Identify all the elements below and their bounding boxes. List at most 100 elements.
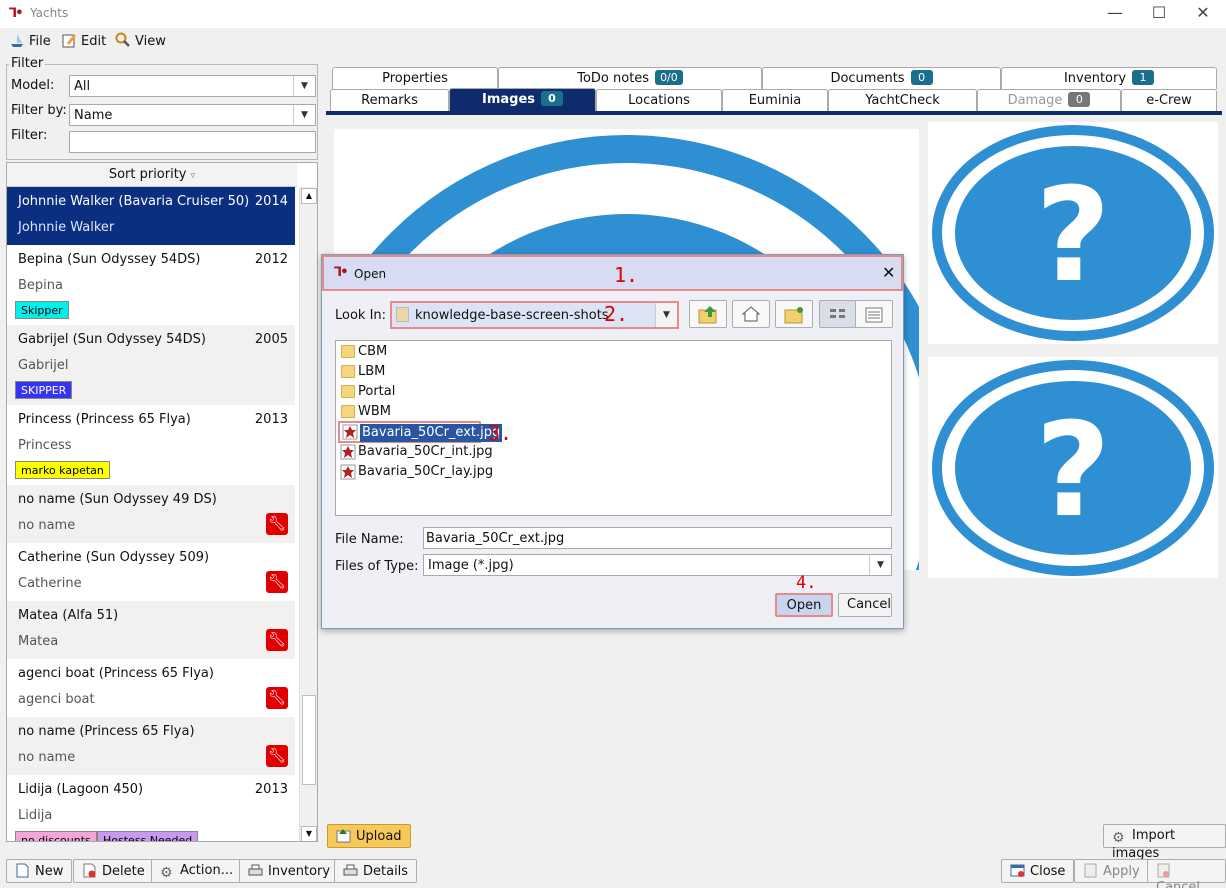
edit-icon <box>61 32 77 48</box>
thumbnail-image[interactable]: ? <box>928 357 1218 578</box>
menu-edit[interactable]: Edit <box>61 32 106 52</box>
dialog-cancel-button[interactable]: Cancel <box>838 593 892 617</box>
tab-documents[interactable]: Documents 0 <box>762 67 1001 89</box>
gear-icon: ⚙ <box>160 865 173 881</box>
details-button[interactable]: Details <box>334 859 418 883</box>
list-item[interactable]: Johnnie Walker (Bavaria Cruiser 50) 2014 … <box>7 187 295 245</box>
tab-todo-notes[interactable]: ToDo notes 0/0 <box>498 67 762 89</box>
list-item[interactable]: Lidija (Lagoon 450) 2013 Lidija no discou… <box>7 775 295 841</box>
menu-view[interactable]: View <box>115 32 166 52</box>
tag-badge: marko kapetan <box>15 461 110 479</box>
upload-icon <box>336 828 351 843</box>
filterby-label: Filter by: <box>11 103 67 118</box>
thumbnail-image[interactable]: ? <box>928 122 1218 344</box>
step-label: 4. <box>796 573 817 593</box>
list-item[interactable]: Bepina (Sun Odyssey 54DS) 2012 Bepina Ski… <box>7 245 295 325</box>
look-in-select[interactable]: knowledge-base-screen-shots 2. ▼ <box>390 301 679 329</box>
import-images-button[interactable]: ⚙ Import images <box>1103 824 1226 861</box>
list-item-selected[interactable]: Bavaria_50Cr_ext.jpg <box>338 421 503 443</box>
home-icon <box>741 306 761 322</box>
list-item[interactable]: Bavaria_50Cr_int.jpg <box>338 442 493 462</box>
scroll-thumb[interactable] <box>302 695 316 785</box>
tab-locations[interactable]: Locations <box>596 89 722 111</box>
model-select[interactable]: All ▼ <box>69 75 316 97</box>
app-logo-icon: ⅂• <box>334 265 349 280</box>
svg-text:?: ? <box>1035 159 1110 311</box>
details-view-icon <box>865 307 883 323</box>
list-scrollbar[interactable]: ▲ ▼ <box>299 187 317 841</box>
upload-button[interactable]: Upload <box>327 824 411 848</box>
folder-icon <box>396 307 409 322</box>
yacht-list: Sort priority ▿ Johnnie Walker (Bavaria … <box>6 162 318 842</box>
inventory-button[interactable]: Inventory <box>239 859 340 883</box>
up-folder-button[interactable] <box>689 300 727 328</box>
ship-icon <box>9 32 25 48</box>
list-item[interactable]: CBM <box>338 342 387 362</box>
maximize-button[interactable]: ☐ <box>1137 2 1181 26</box>
look-in-label: Look In: <box>335 308 387 323</box>
filter-input[interactable] <box>69 131 316 153</box>
folder-icon <box>341 365 355 378</box>
action-button[interactable]: ⚙ Action... <box>151 859 243 883</box>
new-button[interactable]: New <box>6 859 73 883</box>
model-label: Model: <box>11 78 55 93</box>
step-label: 2. <box>604 302 629 326</box>
question-mark-icon: ? <box>932 125 1214 341</box>
image-file-icon <box>340 444 356 460</box>
sort-priority-header[interactable]: Sort priority ▿ <box>7 163 297 187</box>
close-window-button[interactable]: ✕ <box>1181 2 1225 26</box>
folder-icon <box>341 405 355 418</box>
file-name-input[interactable]: Bavaria_50Cr_ext.jpg <box>423 527 892 549</box>
filter-label: Filter: <box>11 128 48 143</box>
list-item[interactable]: WBM <box>338 402 391 422</box>
open-button[interactable]: Open <box>775 593 833 617</box>
scroll-down-icon[interactable]: ▼ <box>301 826 317 841</box>
wrench-icon: 🔧︎ <box>266 629 288 651</box>
chevron-down-icon: ▼ <box>655 303 677 327</box>
files-type-select[interactable]: Image (*.jpg) ▼ <box>423 554 892 576</box>
tab-inventory[interactable]: Inventory 1 <box>1001 67 1217 89</box>
list-view-button[interactable] <box>819 300 857 328</box>
new-folder-button[interactable] <box>775 300 813 328</box>
close-button[interactable]: Close <box>1001 859 1075 883</box>
tab-euminia[interactable]: Euminia <box>722 89 828 111</box>
details-view-button[interactable] <box>855 300 893 328</box>
folder-icon <box>341 385 355 398</box>
window-title: Yachts <box>30 6 69 20</box>
tab-damage[interactable]: Damage 0 <box>977 89 1121 111</box>
close-window-icon <box>1010 863 1025 878</box>
minimize-button[interactable]: — <box>1093 2 1137 26</box>
delete-button[interactable]: Delete <box>73 859 154 883</box>
close-icon[interactable]: ✕ <box>882 263 895 282</box>
list-item[interactable]: Catherine (Sun Odyssey 509) Catherine 🔧︎ <box>7 543 295 601</box>
cancel-button[interactable]: Cancel <box>1147 859 1226 888</box>
list-item[interactable]: no name (Sun Odyssey 49 DS) no name 🔧︎ <box>7 485 295 543</box>
list-item[interactable]: Portal <box>338 382 395 402</box>
file-list: CBM LBM Portal WBM Bavaria_50Cr_ext.jpg … <box>335 340 892 516</box>
tab-images[interactable]: Images 0 <box>449 88 596 111</box>
apply-icon <box>1083 863 1098 878</box>
list-item[interactable]: LBM <box>338 362 385 382</box>
filterby-select[interactable]: Name ▼ <box>69 104 316 126</box>
tab-yachtcheck[interactable]: YachtCheck <box>828 89 977 111</box>
menu-file[interactable]: File <box>9 32 51 52</box>
home-button[interactable] <box>732 300 770 328</box>
apply-button[interactable]: Apply <box>1074 859 1149 883</box>
files-type-label: Files of Type: <box>335 559 419 574</box>
tab-e-crew[interactable]: e-Crew <box>1121 89 1217 111</box>
scroll-up-icon[interactable]: ▲ <box>301 188 317 204</box>
wrench-icon: 🔧︎ <box>266 571 288 593</box>
list-item[interactable]: Princess (Princess 65 Flya) 2013 Princess… <box>7 405 295 485</box>
tab-properties[interactable]: Properties <box>332 67 498 89</box>
delete-document-icon <box>82 863 97 878</box>
list-item[interactable]: Gabrijel (Sun Odyssey 54DS) 2005 Gabrijel… <box>7 325 295 405</box>
app-logo-icon: ⅂• <box>9 6 24 21</box>
dialog-title-bar: ⅂• Open 1. ✕ <box>322 255 903 291</box>
list-item[interactable]: no name (Princess 65 Flya) no name 🔧︎ <box>7 717 295 775</box>
new-document-icon <box>15 863 30 878</box>
list-item[interactable]: Matea (Alfa 51) Matea 🔧︎ <box>7 601 295 659</box>
list-item[interactable]: Bavaria_50Cr_lay.jpg <box>338 462 493 482</box>
tag-badge: Hostess Needed <box>97 831 199 841</box>
list-item[interactable]: agenci boat (Princess 65 Flya) agenci bo… <box>7 659 295 717</box>
tab-remarks[interactable]: Remarks <box>330 89 449 111</box>
